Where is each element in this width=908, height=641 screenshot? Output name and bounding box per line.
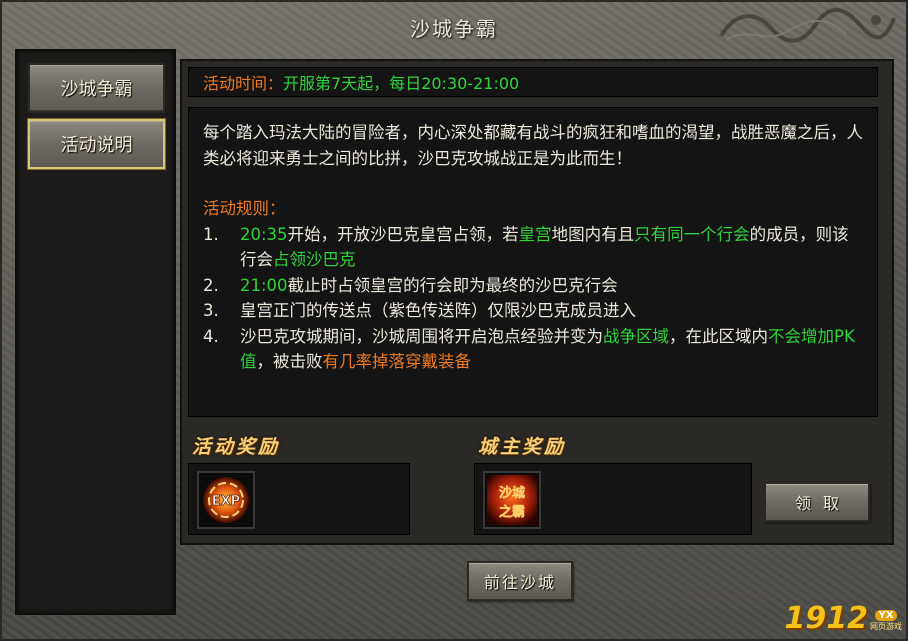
exp-orb-icon: EXP (203, 477, 249, 523)
rule-number: 2. (203, 275, 219, 295)
activity-reward-box: EXP (188, 463, 410, 535)
exp-label: EXP (212, 494, 240, 509)
description-intro: 每个踏入玛法大陆的冒险者，内心深处都藏有战斗的疯狂和嗜血的渴望，战胜恶魔之后，人… (203, 123, 863, 168)
sidebar: 沙城争霸 活动说明 (15, 49, 176, 615)
rule-text: 皇宫正门的传送点（紫色传送阵）仅限沙巴克成员进入 (240, 298, 636, 324)
watermark-badge: YX (874, 610, 898, 621)
claim-button-label: 领取 (794, 494, 851, 513)
rule-number: 4. (203, 326, 219, 346)
lord-title-line1: 沙城 (499, 485, 525, 501)
rules-list: 1. 20:35开始，开放沙巴克皇宫占领，若皇宫地图内有且只有同一个行会的成员，则… (203, 222, 863, 375)
rule-number: 1. (203, 224, 219, 244)
rule-segment: ，在此区域内 (669, 326, 768, 346)
lord-title-reward-slot[interactable]: 沙城 之霸 (483, 471, 541, 529)
rule-segment: 21:00 (240, 275, 288, 295)
rule-segment: 20:35 (240, 224, 288, 244)
rule-segment: 皇宫 (518, 224, 552, 244)
rule-segment: ，被击败 (256, 352, 323, 371)
sidebar-item-castle-siege[interactable]: 沙城争霸 (28, 63, 165, 113)
watermark-subtitle: 网页游戏 (870, 622, 902, 631)
rule-segment: 沙巴克攻城期间，沙城周围将开启泡点经验并变为 (240, 326, 603, 346)
rule-item: 3. 皇宫正门的传送点（紫色传送阵）仅限沙巴克成员进入 (203, 298, 863, 324)
activity-time-label: 活动时间： (203, 74, 284, 93)
rule-item: 2. 21:00截止时占领皇宫的行会即为最终的沙巴克行会 (203, 273, 863, 299)
watermark-number: 1912 (784, 601, 869, 636)
rule-segment: 有几率掉落穿戴装备 (322, 352, 472, 371)
sidebar-item-label: 活动说明 (60, 135, 133, 156)
sidebar-item-activity-description[interactable]: 活动说明 (28, 119, 165, 169)
activity-reward-title: 活动奖励 (192, 436, 281, 458)
window-title: 沙城争霸 (410, 16, 498, 41)
rule-segment: 地图内有且 (551, 224, 635, 244)
rule-segment: 只有同一个行会 (634, 224, 750, 244)
lord-reward-title: 城主奖励 (478, 436, 567, 458)
rule-item: 1. 20:35开始，开放沙巴克皇宫占领，若皇宫地图内有且只有同一个行会的成员，则… (203, 222, 863, 273)
site-watermark-logo: 1912 YX 网页游戏 (785, 601, 903, 636)
activity-description: 每个踏入玛法大陆的冒险者，内心深处都藏有战斗的疯狂和嗜血的渴望，战胜恶魔之后，人… (188, 107, 878, 417)
rule-segment: 截止时占领皇宫的行会即为最终的沙巴克行会 (287, 275, 618, 295)
goto-castle-button[interactable]: 前往沙城 (467, 561, 573, 601)
goto-castle-button-label: 前往沙城 (483, 573, 556, 592)
rule-segment: 占领沙巴克 (273, 250, 356, 269)
rule-text: 20:35开始，开放沙巴克皇宫占领，若皇宫地图内有且只有同一个行会的成员，则该行… (240, 222, 863, 273)
rule-text: 21:00截止时占领皇宫的行会即为最终的沙巴克行会 (240, 273, 618, 299)
window: 沙城争霸 沙城争霸 活动说明 活动时间： 开服第7天起，每日20:30-21:0… (0, 0, 908, 641)
lord-reward-box: 沙城 之霸 (474, 463, 752, 535)
sidebar-item-label: 沙城争霸 (60, 79, 133, 100)
rule-number: 3. (203, 301, 219, 320)
rule-segment: 皇宫正门的传送点（紫色传送阵）仅限沙巴克成员进入 (240, 301, 636, 320)
exp-reward-slot[interactable]: EXP (197, 471, 255, 529)
rule-segment: 战争区域 (603, 326, 669, 346)
dragon-ornament-icon (719, 7, 896, 43)
claim-button[interactable]: 领取 (764, 482, 870, 522)
rule-text: 沙巴克攻城期间，沙城周围将开启泡点经验并变为战争区域，在此区域内不会增加PK值，… (240, 324, 863, 375)
rules-title: 活动规则： (203, 199, 286, 218)
activity-time-bar: 活动时间： 开服第7天起，每日20:30-21:00 (188, 67, 878, 97)
rule-item: 4. 沙巴克攻城期间，沙城周围将开启泡点经验并变为战争区域，在此区域内不会增加PK… (203, 324, 863, 375)
activity-time-value: 开服第7天起，每日20:30-21:00 (283, 74, 520, 93)
lord-title-line2: 之霸 (499, 504, 525, 520)
rule-segment: 开始，开放沙巴克皇宫占领，若 (287, 224, 519, 244)
castle-lord-title-icon: 沙城 之霸 (487, 475, 537, 525)
